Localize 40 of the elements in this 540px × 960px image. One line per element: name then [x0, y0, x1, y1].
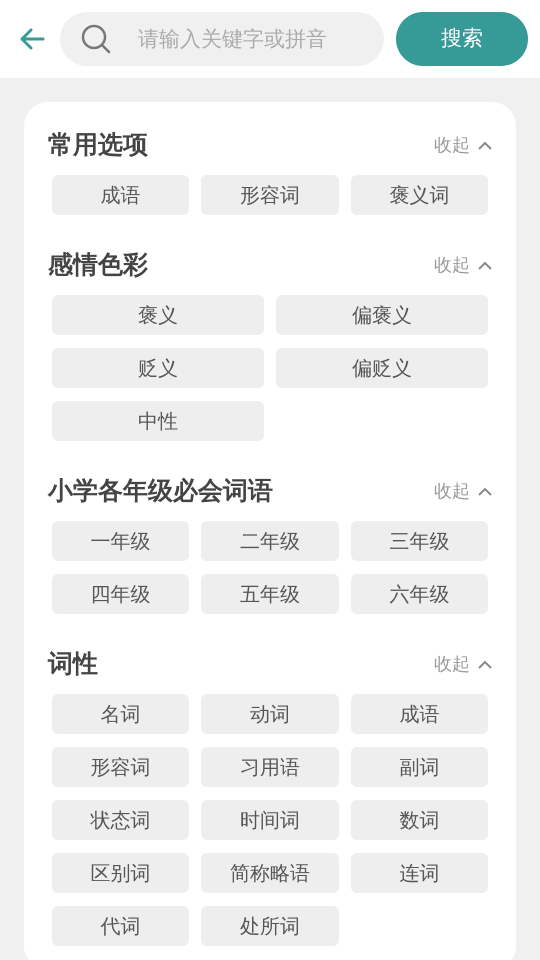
option-chip[interactable]: 副词	[350, 747, 488, 787]
section-title: 常用选项	[48, 129, 148, 162]
option-chip[interactable]: 习用语	[201, 747, 339, 787]
section-title: 感情色彩	[48, 249, 148, 282]
search-field[interactable]: 请输入关键字或拼音	[60, 12, 384, 66]
chevron-icon	[478, 486, 492, 496]
option-chip[interactable]: 代词	[52, 906, 190, 946]
chevron-icon	[478, 660, 492, 668]
search-icon	[80, 23, 112, 55]
option-chip[interactable]: 成语	[52, 175, 190, 215]
option-chip[interactable]: 时间词	[201, 800, 339, 840]
option-chip[interactable]: 成语	[350, 694, 488, 734]
option-chip[interactable]: 偏褒义	[276, 295, 488, 335]
section-title: 词性	[48, 648, 98, 680]
option-chip[interactable]: 褒义	[52, 295, 264, 335]
option-chip[interactable]: 动词	[201, 694, 339, 734]
option-chip[interactable]: 中性	[52, 401, 264, 441]
option-chip[interactable]: 形容词	[52, 747, 190, 787]
section-title: 小学各年级必会词语	[48, 475, 273, 508]
option-chip[interactable]: 褒义词	[350, 175, 488, 215]
option-chip[interactable]: 状态词	[52, 800, 190, 840]
option-chip[interactable]: 区别词	[52, 853, 190, 893]
search-button[interactable]: 搜索	[396, 12, 528, 66]
option-chip[interactable]: 六年级	[350, 574, 488, 614]
option-chip[interactable]: 形容词	[201, 175, 339, 215]
option-chip[interactable]: 四年级	[52, 574, 190, 614]
option-chip[interactable]: 贬义	[52, 348, 264, 388]
option-chip[interactable]: 数词	[350, 800, 488, 840]
option-chip[interactable]: 偏贬义	[276, 348, 488, 388]
option-chip[interactable]: 名词	[52, 694, 190, 734]
option-chip[interactable]: 二年级	[201, 521, 339, 561]
chevron-icon	[478, 260, 492, 270]
option-chip[interactable]: 五年级	[201, 574, 339, 614]
chevron-icon	[478, 140, 492, 150]
option-chip[interactable]: 一年级	[52, 521, 190, 561]
option-chip[interactable]: 处所词	[201, 906, 339, 946]
option-chip[interactable]: 简称略语	[201, 853, 339, 893]
option-chip[interactable]: 三年级	[350, 521, 488, 561]
option-chip[interactable]: 连词	[350, 853, 488, 893]
back-arrow-icon	[19, 28, 45, 50]
